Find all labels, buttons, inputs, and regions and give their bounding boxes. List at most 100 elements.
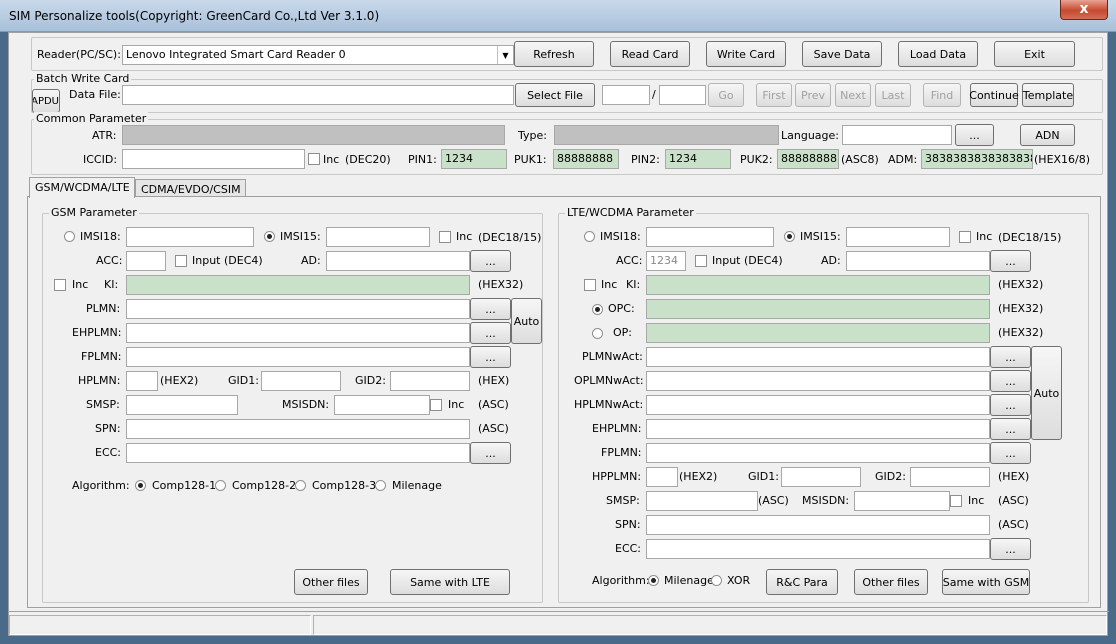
lte-msisdn-input[interactable] [854, 491, 950, 511]
iccid-input[interactable] [122, 149, 305, 169]
lte-imsi-inc-checkbox[interactable] [959, 231, 971, 243]
lte-acc-input[interactable]: 1234 [646, 251, 686, 271]
lte-xor-radio[interactable] [711, 575, 722, 586]
prev-button[interactable]: Prev [795, 83, 831, 107]
apdu-button[interactable]: APDU [32, 89, 60, 113]
gsm-ad-input[interactable] [326, 251, 470, 271]
first-button[interactable]: First [756, 83, 792, 107]
puk2-input[interactable]: 88888888 [777, 149, 839, 169]
lte-op-input[interactable] [646, 323, 990, 343]
lte-fplmn-browse-button[interactable]: ... [990, 442, 1031, 464]
gsm-auto-button[interactable]: Auto [511, 298, 542, 344]
gsm-milenage-radio[interactable] [375, 480, 386, 491]
gsm-ad-browse-button[interactable]: ... [470, 250, 511, 272]
gsm-imsi18-input[interactable] [126, 227, 254, 247]
gsm-fplmn-input[interactable] [126, 347, 470, 367]
continue-button[interactable]: Continue [969, 83, 1019, 107]
reader-select[interactable]: Lenovo Integrated Smart Card Reader 0 [122, 45, 514, 65]
lte-same-with-gsm-button[interactable]: Same with GSM [942, 569, 1030, 595]
gsm-hplmn-input[interactable] [126, 371, 158, 391]
lte-op-radio[interactable] [592, 328, 603, 339]
gsm-comp128-1-radio[interactable] [135, 480, 146, 491]
gsm-smsp-input[interactable] [126, 395, 238, 415]
lte-hplmnwact-input[interactable] [646, 395, 990, 415]
gsm-same-with-lte-button[interactable]: Same with LTE [390, 569, 510, 595]
iccid-inc-checkbox[interactable] [308, 153, 320, 165]
last-button[interactable]: Last [875, 83, 911, 107]
read-card-button[interactable]: Read Card [610, 41, 690, 67]
lte-plmnwact-input[interactable] [646, 347, 990, 367]
gsm-imsi15-radio[interactable] [264, 231, 275, 242]
select-file-button[interactable]: Select File [515, 83, 595, 107]
lte-ecc-input[interactable] [646, 539, 990, 559]
gsm-spn-input[interactable] [126, 419, 470, 439]
gsm-ki-inc-checkbox[interactable] [54, 279, 66, 291]
lte-plmnwact-browse-button[interactable]: ... [990, 346, 1031, 368]
gsm-gid1-input[interactable] [261, 371, 341, 391]
lte-imsi18-radio[interactable] [584, 231, 595, 242]
gsm-plmn-browse-button[interactable]: ... [470, 298, 511, 320]
lte-fplmn-input[interactable] [646, 443, 990, 463]
lte-ad-input[interactable] [846, 251, 990, 271]
chevron-down-icon[interactable]: ▼ [497, 46, 513, 64]
language-browse-button[interactable]: ... [955, 124, 994, 146]
lte-ki-input[interactable] [646, 275, 990, 295]
exit-button[interactable]: Exit [994, 41, 1075, 67]
save-data-button[interactable]: Save Data [802, 41, 882, 67]
template-button[interactable]: Template [1022, 83, 1074, 107]
lte-spn-input[interactable] [646, 515, 990, 535]
lte-ehplmn-browse-button[interactable]: ... [990, 418, 1031, 440]
batch-total-input[interactable] [659, 85, 706, 105]
gsm-fplmn-browse-button[interactable]: ... [470, 346, 511, 368]
lte-ad-browse-button[interactable]: ... [990, 250, 1031, 272]
gsm-plmn-input[interactable] [126, 299, 470, 319]
gsm-imsi18-radio[interactable] [64, 231, 75, 242]
lte-imsi15-input[interactable] [846, 227, 950, 247]
refresh-button[interactable]: Refresh [514, 41, 594, 67]
gsm-msisdn-input[interactable] [334, 395, 430, 415]
lte-rc-para-button[interactable]: R&C Para [766, 569, 838, 595]
lte-imsi18-input[interactable] [646, 227, 774, 247]
lte-opc-radio[interactable] [592, 304, 603, 315]
language-input[interactable] [842, 125, 952, 145]
lte-oplmnwact-browse-button[interactable]: ... [990, 370, 1031, 392]
gsm-ki-input[interactable] [126, 275, 470, 295]
tab-gsm-wcdma-lte[interactable]: GSM/WCDMA/LTE [29, 177, 135, 198]
puk1-input[interactable]: 88888888 [553, 149, 619, 169]
gsm-imsi15-input[interactable] [326, 227, 430, 247]
lte-hplmnwact-browse-button[interactable]: ... [990, 394, 1031, 416]
lte-acc-input-checkbox[interactable] [695, 255, 707, 267]
lte-imsi15-radio[interactable] [784, 231, 795, 242]
lte-msisdn-inc-checkbox[interactable] [950, 495, 962, 507]
gsm-comp128-2-radio[interactable] [215, 480, 226, 491]
lte-opc-input[interactable] [646, 299, 990, 319]
go-button[interactable]: Go [708, 83, 744, 107]
gsm-gid2-input[interactable] [390, 371, 470, 391]
lte-milenage-radio[interactable] [648, 575, 659, 586]
batch-current-input[interactable] [602, 85, 650, 105]
gsm-imsi-inc-checkbox[interactable] [439, 231, 451, 243]
gsm-ecc-browse-button[interactable]: ... [470, 442, 511, 464]
lte-other-files-button[interactable]: Other files [854, 569, 928, 595]
adm-input[interactable]: 3838383838383838 [921, 149, 1033, 169]
load-data-button[interactable]: Load Data [898, 41, 978, 67]
adn-button[interactable]: ADN [1020, 124, 1075, 146]
write-card-button[interactable]: Write Card [706, 41, 786, 67]
gsm-msisdn-inc-checkbox[interactable] [430, 399, 442, 411]
gsm-acc-input[interactable] [126, 251, 166, 271]
lte-oplmnwact-input[interactable] [646, 371, 990, 391]
pin2-input[interactable]: 1234 [665, 149, 731, 169]
gsm-ehplmn-browse-button[interactable]: ... [470, 322, 511, 344]
lte-smsp-input[interactable] [646, 491, 758, 511]
lte-ehplmn-input[interactable] [646, 419, 990, 439]
close-button[interactable]: x [1060, 0, 1108, 20]
pin1-input[interactable]: 1234 [441, 149, 507, 169]
gsm-ecc-input[interactable] [126, 443, 470, 463]
gsm-acc-input-checkbox[interactable] [175, 255, 187, 267]
next-button[interactable]: Next [835, 83, 871, 107]
data-file-input[interactable] [122, 85, 514, 105]
lte-ecc-browse-button[interactable]: ... [990, 538, 1031, 560]
find-button[interactable]: Find [923, 83, 961, 107]
lte-hpplmn-input[interactable] [646, 467, 678, 487]
gsm-comp128-3-radio[interactable] [295, 480, 306, 491]
